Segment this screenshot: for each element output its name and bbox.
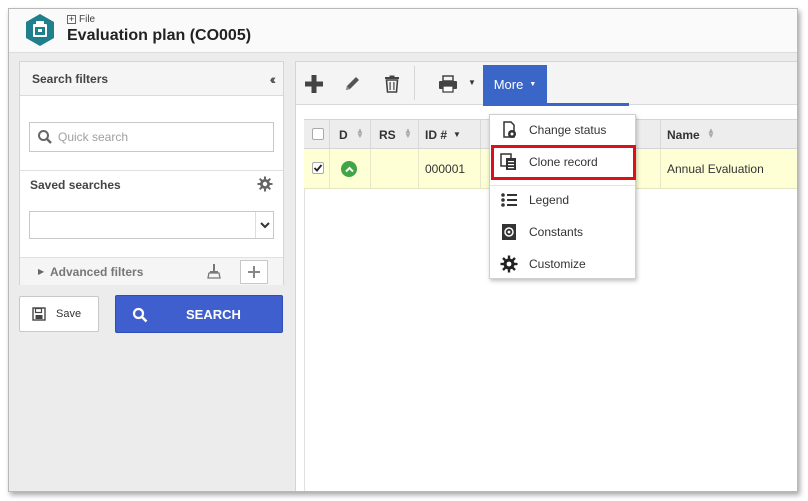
- breadcrumb[interactable]: + File: [67, 14, 95, 25]
- column-header-rs[interactable]: RS ▲ ▼: [371, 120, 419, 148]
- advanced-filters-label: Advanced filters: [50, 265, 144, 279]
- page-header: + File Evaluation plan (CO005): [9, 9, 797, 53]
- search-filters-title: Search filters: [32, 72, 109, 86]
- grid-border: [304, 189, 305, 491]
- menu-item-label: Customize: [529, 257, 586, 271]
- gear-icon: [500, 255, 518, 273]
- more-menu-button[interactable]: More ▼: [483, 65, 547, 103]
- column-header-id[interactable]: ID # ▼: [419, 120, 481, 148]
- save-label: Save: [56, 308, 82, 320]
- application-window: + File Evaluation plan (CO005) Search fi…: [8, 8, 798, 492]
- save-search-button[interactable]: Save: [19, 296, 99, 332]
- search-filters-panel: Search filters ‹‹ Saved searches: [19, 61, 284, 285]
- search-icon: [38, 130, 52, 144]
- row-select-cell: [304, 149, 330, 188]
- breadcrumb-label: File: [79, 14, 96, 25]
- change-status-icon: [503, 121, 516, 138]
- clone-record-highlight: [491, 145, 636, 180]
- printer-icon: [439, 75, 457, 93]
- menu-item-label: Change status: [529, 123, 607, 137]
- gear-icon[interactable]: [257, 176, 273, 192]
- list-icon: [501, 193, 517, 207]
- name-value: Annual Evaluation: [667, 162, 764, 176]
- menu-item-label: Legend: [529, 193, 570, 207]
- app-module-icon: [26, 14, 54, 46]
- more-label: More: [493, 76, 524, 92]
- divider: [20, 170, 283, 171]
- caret-down-icon: ▼: [529, 80, 537, 88]
- more-menu-underline: [483, 103, 629, 106]
- status-cell: [330, 149, 371, 188]
- saved-searches-label: Saved searches: [30, 178, 121, 192]
- menu-item-label: Constants: [529, 225, 584, 239]
- saved-search-select[interactable]: [29, 211, 274, 239]
- column-label: ID #: [425, 128, 448, 142]
- toolbar-divider: [414, 66, 415, 100]
- collapse-panel-icon[interactable]: ‹‹: [270, 71, 277, 87]
- pencil-icon: [346, 77, 359, 90]
- menu-item-legend[interactable]: Legend: [490, 185, 635, 215]
- checkmark-icon: [313, 164, 323, 172]
- toolbar: ▼ More ▼: [296, 62, 797, 106]
- status-approved-icon: [341, 161, 357, 177]
- edit-record-button[interactable]: [340, 72, 364, 96]
- column-label: RS: [379, 128, 396, 142]
- search-label: SEARCH: [186, 307, 241, 322]
- trash-icon: [385, 75, 399, 93]
- menu-item-change-status[interactable]: Change status: [490, 115, 635, 145]
- column-header-d[interactable]: D ▲ ▼: [330, 120, 371, 148]
- sort-icon: ▲ ▼: [707, 126, 715, 140]
- constants-icon: [502, 224, 516, 240]
- menu-item-constants[interactable]: Constants: [490, 217, 635, 247]
- plus-icon: [305, 75, 323, 93]
- clear-filters-icon[interactable]: [207, 263, 221, 279]
- more-dropdown-menu: Change status Clone record Legend Consta…: [489, 114, 636, 279]
- sort-desc-icon: ▼: [453, 130, 461, 139]
- quick-search-field[interactable]: [29, 122, 274, 152]
- select-all-checkbox[interactable]: [312, 128, 324, 140]
- floppy-disk-icon: [32, 307, 46, 321]
- quick-search-input[interactable]: [56, 128, 266, 146]
- id-cell: 000001: [419, 149, 481, 188]
- row-checkbox[interactable]: [312, 162, 324, 174]
- sort-icon: ▲ ▼: [356, 126, 364, 140]
- rs-cell: [371, 149, 419, 188]
- search-filters-header: Search filters ‹‹: [20, 62, 283, 96]
- id-value: 000001: [425, 162, 466, 176]
- add-filter-button[interactable]: [240, 260, 268, 284]
- expand-icon: +: [67, 14, 76, 24]
- column-header-name[interactable]: Name ▲ ▼: [660, 120, 797, 148]
- select-all-cell: [304, 120, 330, 148]
- menu-item-customize[interactable]: Customize: [490, 249, 635, 279]
- search-button[interactable]: SEARCH: [115, 295, 283, 333]
- column-label: D: [339, 128, 348, 142]
- add-record-button[interactable]: [302, 72, 326, 96]
- chevron-down-icon: [255, 212, 273, 238]
- expand-arrow-icon: ▶: [38, 267, 45, 276]
- print-button[interactable]: [436, 72, 460, 96]
- name-cell: Annual Evaluation: [660, 149, 797, 188]
- page-title: Evaluation plan (CO005): [67, 27, 252, 44]
- plus-icon: [248, 266, 260, 278]
- column-label: Name: [667, 128, 700, 142]
- delete-record-button[interactable]: [380, 72, 404, 96]
- advanced-filters-bar[interactable]: ▶ Advanced filters: [20, 257, 283, 285]
- sort-icon: ▲ ▼: [404, 126, 412, 140]
- print-dropdown-caret-icon[interactable]: ▼: [468, 78, 476, 87]
- search-icon: [132, 307, 148, 323]
